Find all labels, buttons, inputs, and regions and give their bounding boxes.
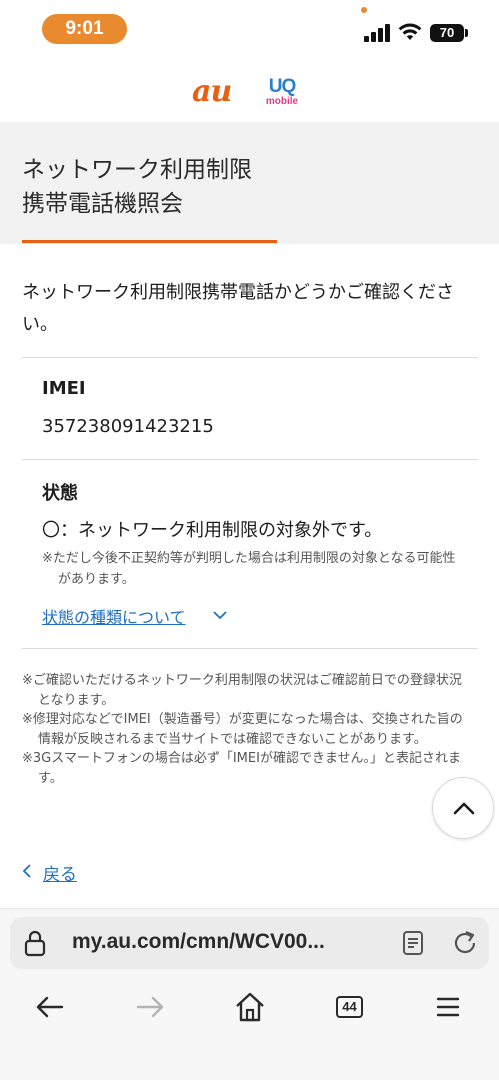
uq-mobile-logo: UQ mobile [262, 76, 302, 110]
notes-list: ※ご確認いただけるネットワーク利用制限の状況はご確認前日での登録状況となります。… [22, 671, 472, 788]
note-item: ※修理対応などでIMEI（製造番号）が変更になった場合は、交換された旨の情報が反… [22, 712, 463, 747]
page-title-line2: 携帯電話機照会 [22, 191, 183, 217]
status-label: 状態 [42, 483, 78, 504]
reader-mode-icon[interactable] [402, 930, 424, 956]
battery-indicator: 70 [430, 24, 464, 42]
uq-logo-text: UQ [268, 76, 297, 97]
status-time: 9:01 [42, 14, 127, 44]
title-accent-bar [22, 240, 277, 243]
divider [22, 459, 478, 460]
cellular-signal-icon [364, 24, 392, 42]
chevron-down-icon[interactable] [212, 609, 228, 621]
imei-value: 357238091423215 [42, 416, 214, 437]
imei-label: IMEI [42, 378, 86, 399]
scroll-to-top-button[interactable] [432, 777, 494, 839]
battery-tip [465, 29, 468, 37]
status-types-link[interactable]: 状態の種類について [42, 604, 186, 628]
brand-header [0, 60, 499, 122]
home-icon[interactable] [232, 990, 268, 1024]
status-value: 〇：ネットワーク利用制限の対象外です。 [42, 520, 383, 541]
tabs-button[interactable]: 44 [336, 996, 363, 1018]
wifi-icon [398, 23, 422, 40]
reload-icon[interactable] [452, 930, 478, 956]
note-item: ※ご確認いただけるネットワーク利用制限の状況はご確認前日での登録状況となります。 [22, 673, 462, 708]
chevron-left-icon[interactable] [21, 863, 33, 879]
back-link[interactable]: 戻る [43, 860, 77, 885]
privacy-indicator-dot [361, 7, 367, 13]
back-arrow-icon[interactable] [32, 990, 68, 1024]
menu-icon[interactable] [430, 990, 466, 1024]
divider [22, 357, 478, 358]
lock-icon [24, 930, 46, 957]
status-note: ※ただし今後不正契約等が判明した場合は利用制限の対象となる可能性があります。 [42, 551, 456, 587]
uq-logo-subtext: mobile [265, 96, 299, 107]
note-item: ※3Gスマートフォンの場合は必ず「IMEIが確認できません。」と表記されます。 [22, 751, 462, 786]
url-text[interactable]: my.au.com/cmn/WCV00... [72, 930, 325, 954]
page-title-line1: ネットワーク利用制限 [22, 157, 252, 183]
chevron-up-icon [453, 802, 475, 815]
intro-text: ネットワーク利用制限携帯電話かどうかご確認ください。 [22, 282, 454, 335]
divider [22, 648, 478, 649]
status-bar: 9:01 70 [0, 0, 499, 60]
forward-arrow-icon[interactable] [132, 990, 168, 1024]
au-logo: au [192, 74, 232, 109]
